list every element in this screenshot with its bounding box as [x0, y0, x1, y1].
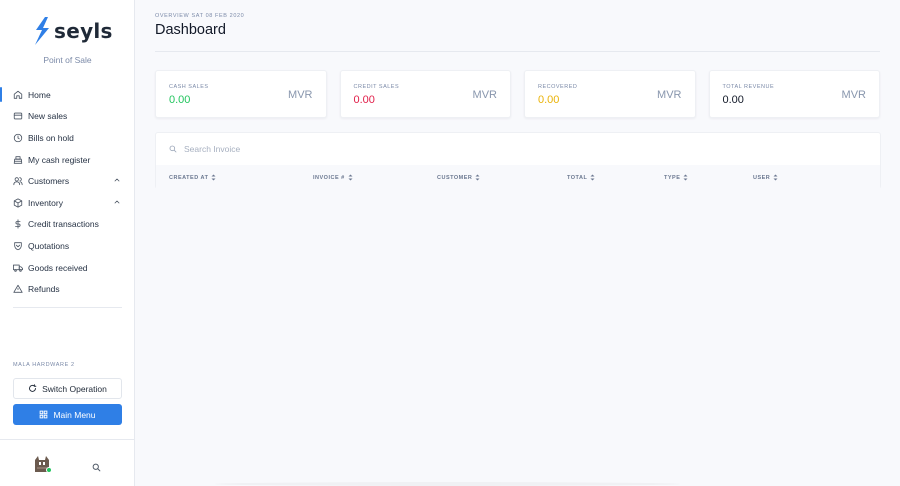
card-value: 0.00 [538, 94, 560, 106]
brand-subtitle: Point of Sale [43, 55, 92, 65]
home-icon [13, 90, 23, 100]
stat-cards: CASH SALES 0.00 MVR CREDIT SALES 0.00 MV… [155, 70, 881, 118]
sidebar: seyls Point of Sale Home New sales Bills… [0, 0, 135, 486]
sidebar-nav: Home New sales Bills on hold My cash reg… [0, 84, 135, 300]
sidebar-item-quotations[interactable]: Quotations [0, 235, 135, 257]
sidebar-item-bills-on-hold[interactable]: Bills on hold [0, 127, 135, 149]
sidebar-divider [13, 307, 122, 308]
sidebar-item-home[interactable]: Home [0, 84, 135, 106]
column-customer[interactable]: CUSTOMER [437, 174, 480, 181]
card-currency: MVR [472, 89, 497, 101]
main-menu-button[interactable]: Main Menu [13, 404, 122, 425]
stat-card-recovered: RECOVERED 0.00 MVR [524, 70, 696, 118]
users-icon [13, 176, 23, 186]
refresh-icon [29, 384, 37, 392]
sidebar-item-refunds[interactable]: Refunds [0, 278, 135, 300]
bolt-logo-icon [35, 17, 49, 45]
sidebar-item-label: Bills on hold [28, 132, 74, 143]
sidebar-item-goods-received[interactable]: Goods received [0, 257, 135, 279]
invoice-search [156, 133, 880, 165]
sidebar-item-my-cash-register[interactable]: My cash register [0, 149, 135, 171]
sort-icon [348, 174, 353, 181]
search-invoice-input[interactable] [184, 144, 484, 154]
online-status-dot [46, 467, 52, 473]
sort-icon [590, 174, 595, 181]
sidebar-item-label: My cash register [28, 154, 91, 165]
sort-icon [211, 174, 216, 181]
sidebar-item-label: Quotations [28, 240, 70, 251]
grid-icon [40, 410, 48, 419]
chevron-up-icon[interactable] [113, 198, 121, 206]
header-divider [155, 51, 880, 52]
brand-name: seyls [54, 19, 113, 43]
column-type[interactable]: TYPE [664, 174, 688, 181]
card-value: 0.00 [169, 94, 191, 106]
sidebar-item-new-sales[interactable]: New sales [0, 106, 135, 128]
stat-card-total-revenue: TOTAL REVENUE 0.00 MVR [708, 70, 880, 118]
invoice-table: CREATED AT INVOICE # CUSTOMER TOTAL TYPE… [155, 132, 881, 189]
column-created-at[interactable]: CREATED AT [169, 174, 216, 181]
truck-icon [13, 263, 23, 273]
switch-operation-button[interactable]: Switch Operation [13, 378, 122, 399]
bottom-shadow [215, 482, 680, 486]
brand-logo[interactable]: seyls [33, 16, 113, 46]
sidebar-item-label: New sales [28, 111, 68, 122]
main-menu-label: Main Menu [53, 409, 96, 420]
card-currency: MVR [841, 89, 866, 101]
stat-card-credit-sales: CREDIT SALES 0.00 MVR [339, 70, 511, 118]
shield-icon [13, 241, 23, 251]
card-value: 0.00 [353, 94, 375, 106]
sidebar-item-label: Credit transactions [28, 219, 99, 230]
sort-icon [475, 174, 480, 181]
sidebar-item-label: Customers [28, 176, 70, 187]
table-header: CREATED AT INVOICE # CUSTOMER TOTAL TYPE… [156, 165, 880, 189]
sidebar-item-label: Refunds [28, 284, 60, 295]
column-invoice-number[interactable]: INVOICE # [313, 174, 353, 181]
footer-divider [0, 439, 135, 440]
sort-icon [773, 174, 778, 181]
card-label: RECOVERED [538, 84, 578, 90]
card-currency: MVR [288, 89, 313, 101]
card-currency: MVR [657, 89, 682, 101]
sidebar-item-label: Inventory [28, 197, 63, 208]
page-title: Dashboard [155, 22, 226, 38]
stat-card-cash-sales: CASH SALES 0.00 MVR [155, 70, 327, 118]
card-label: CASH SALES [169, 84, 209, 90]
sidebar-item-label: Goods received [28, 262, 88, 273]
box-icon [13, 198, 23, 208]
sort-icon [683, 174, 688, 181]
sidebar-item-inventory[interactable]: Inventory [0, 192, 135, 214]
chevron-up-icon[interactable] [113, 176, 121, 184]
sidebar-item-label: Home [28, 89, 51, 100]
receipt-icon [13, 111, 23, 121]
sidebar-item-customers[interactable]: Customers [0, 170, 135, 192]
cash-register-icon [13, 155, 23, 165]
alert-triangle-icon [13, 284, 23, 294]
operation-label: MALA HARDWARE 2 [13, 362, 75, 368]
column-user[interactable]: USER [753, 174, 778, 181]
page-eyebrow: OVERVIEW SAT 08 FEB 2020 [155, 13, 245, 19]
clock-icon [13, 133, 23, 143]
search-icon [169, 145, 177, 153]
avatar[interactable] [31, 452, 53, 474]
search-icon[interactable] [92, 459, 101, 472]
switch-operation-label: Switch Operation [42, 383, 107, 394]
card-label: CREDIT SALES [353, 84, 400, 90]
sidebar-item-credit-transactions[interactable]: Credit transactions [0, 214, 135, 236]
card-label: TOTAL REVENUE [722, 84, 775, 90]
column-total[interactable]: TOTAL [567, 174, 595, 181]
card-value: 0.00 [722, 94, 744, 106]
dollar-icon [13, 219, 23, 229]
